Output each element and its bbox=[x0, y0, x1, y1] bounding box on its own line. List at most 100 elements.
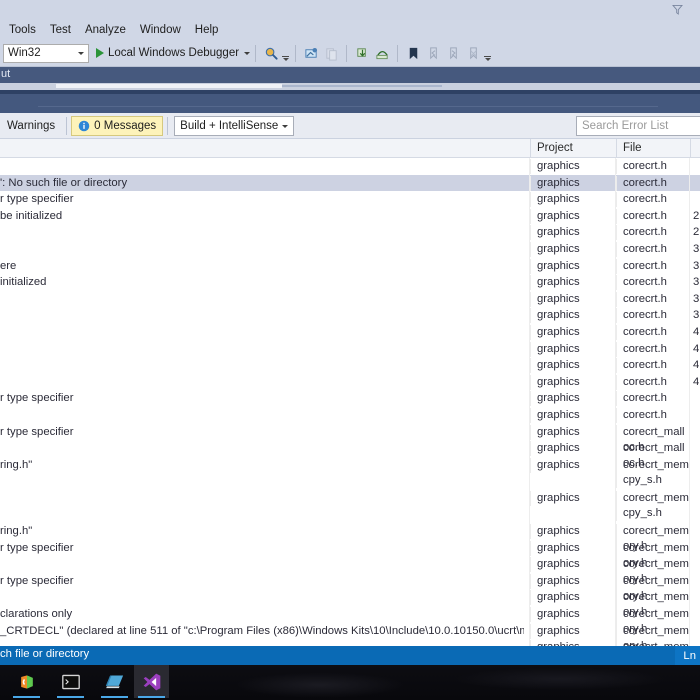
bookmark-icon[interactable] bbox=[404, 44, 422, 63]
cell-project: graphics bbox=[530, 308, 616, 324]
cell-line: 4 bbox=[693, 325, 700, 338]
table-row[interactable]: r type specifier graphics corecrt_malloc.h bbox=[0, 424, 700, 455]
taskbar-item-explorer[interactable] bbox=[97, 665, 132, 698]
scope-combo[interactable]: Build + IntelliSense bbox=[174, 115, 295, 136]
cell-project: graphics bbox=[530, 241, 616, 257]
table-row[interactable]: graphicscorecrt_memory.h bbox=[0, 639, 700, 646]
caret-position-indicator: Ln bbox=[675, 646, 700, 665]
cell-description: r type specifier bbox=[0, 574, 74, 587]
scope-combo-value: Build + IntelliSense bbox=[180, 119, 279, 132]
error-list-grid[interactable]: graphics corecrt.h ': No such file or dire… bbox=[0, 158, 700, 646]
table-row[interactable]: graphics corecrt.h 4 bbox=[0, 324, 700, 341]
table-row[interactable]: graphics corecrt.h 3 bbox=[0, 291, 700, 308]
table-row[interactable]: r type specifier graphics corecrt_memory.h bbox=[0, 540, 700, 571]
status-bar: ch file or directory Ln bbox=[0, 646, 700, 665]
cell-line: 4 bbox=[693, 375, 700, 388]
start-debug-button[interactable]: Local Windows Debugger bbox=[96, 47, 251, 59]
new-breakpoint-icon[interactable] bbox=[302, 44, 320, 63]
table-row[interactable]: ring.h" graphics corecrt_memory.h bbox=[0, 523, 700, 555]
table-row[interactable]: r type specifier graphics corecrt.h bbox=[0, 390, 700, 407]
filter-funnel-icon[interactable] bbox=[671, 3, 684, 16]
taskbar-item-terminal[interactable] bbox=[53, 665, 88, 698]
cell-file: corecrt.h bbox=[616, 391, 690, 407]
cell-file: corecrt_memcpy_s.h bbox=[616, 490, 690, 521]
prev-bookmark-icon[interactable] bbox=[424, 44, 442, 63]
column-header-line[interactable] bbox=[690, 139, 700, 157]
table-row[interactable]: graphics corecrt.h 4 bbox=[0, 341, 700, 358]
toolbar-overflow-icon[interactable] bbox=[483, 44, 492, 63]
table-row[interactable]: graphics corecrt_memcpy_s.h bbox=[0, 490, 700, 523]
table-row[interactable]: graphicscorecrt_memory.h bbox=[0, 556, 700, 588]
taskbar-item-visual-studio[interactable] bbox=[134, 665, 169, 698]
splitter-grip-secondary bbox=[282, 85, 442, 87]
menu-item-window[interactable]: Window bbox=[133, 21, 188, 40]
messages-filter-button[interactable]: 0 Messages bbox=[71, 115, 164, 136]
column-header-file[interactable]: File bbox=[616, 139, 690, 157]
cell-project: graphics bbox=[530, 391, 616, 407]
warnings-filter-button[interactable]: Warnings bbox=[0, 116, 62, 136]
column-header-project[interactable]: Project bbox=[530, 139, 616, 157]
warnings-label: Warnings bbox=[7, 119, 56, 132]
table-row[interactable]: graphics corecrt.h bbox=[0, 158, 700, 175]
table-row[interactable]: graphics corecrt.h bbox=[0, 407, 700, 424]
cell-line: 3 bbox=[693, 276, 700, 289]
table-row[interactable]: ring.h" graphics corecrt_memcpy_s.h bbox=[0, 457, 700, 490]
taskbar-running-indicator bbox=[101, 696, 128, 698]
screen: Tools Test Analyze Window Help Win32 Loc… bbox=[0, 0, 700, 700]
cell-file: corecrt.h bbox=[616, 374, 690, 390]
table-row[interactable]: _CRTDECL" (declared at line 511 of "c:\P… bbox=[0, 623, 700, 646]
taskbar-item-clion[interactable] bbox=[9, 665, 44, 698]
search-placeholder: Search Error List bbox=[582, 120, 669, 132]
standard-toolbar: Win32 Local Windows Debugger bbox=[0, 40, 700, 67]
table-row[interactable]: graphicscorecrt_memory.h bbox=[0, 589, 700, 621]
cell-file: corecrt_memcpy_s.h bbox=[616, 457, 690, 488]
platform-combo[interactable]: Win32 bbox=[3, 43, 89, 63]
delete-breakpoints-icon[interactable] bbox=[322, 44, 340, 63]
table-row[interactable]: graphics corecrt.h 3 bbox=[0, 241, 700, 258]
cell-project: graphics bbox=[530, 159, 616, 174]
toolbar-divider bbox=[346, 44, 348, 62]
table-row[interactable]: graphics corecrt.h 3 bbox=[0, 307, 700, 324]
table-row[interactable]: r type specifier graphics corecrt_memory.h bbox=[0, 573, 700, 604]
cell-line: 4 bbox=[693, 359, 700, 372]
cell-file: corecrt.h bbox=[616, 291, 690, 307]
step-into-icon[interactable] bbox=[353, 44, 371, 63]
menu-item-tools[interactable]: Tools bbox=[2, 21, 43, 40]
next-bookmark-icon[interactable] bbox=[444, 44, 462, 63]
table-row[interactable]: r type specifier graphics corecrt.h bbox=[0, 191, 700, 208]
table-row[interactable]: graphics corecrt.h 4 bbox=[0, 374, 700, 391]
cell-description: ring.h" bbox=[0, 525, 33, 538]
table-row[interactable]: graphics corecrt.h 4 bbox=[0, 357, 700, 374]
cell-project: graphics bbox=[530, 291, 616, 307]
windows-taskbar bbox=[0, 665, 700, 700]
cell-description: be initialized bbox=[0, 209, 63, 222]
table-row[interactable]: ': No such file or directory graphics core… bbox=[0, 174, 700, 192]
cell-description: initialized bbox=[0, 276, 47, 289]
table-row[interactable]: graphics corecrt.h 2 bbox=[0, 224, 700, 241]
table-row[interactable]: be initialized graphics corecrt.h 2 bbox=[0, 208, 700, 225]
cell-project: graphics bbox=[530, 208, 616, 224]
find-overflow-icon[interactable] bbox=[281, 44, 290, 63]
cell-project: graphics bbox=[530, 424, 616, 440]
search-input[interactable]: Search Error List bbox=[576, 116, 700, 136]
find-icon[interactable] bbox=[262, 44, 280, 63]
cell-file: corecrt.h bbox=[616, 225, 690, 241]
menu-item-test[interactable]: Test bbox=[43, 21, 78, 40]
cell-project: graphics bbox=[530, 175, 616, 191]
caret-position-label: Ln bbox=[683, 649, 696, 662]
step-over-icon[interactable] bbox=[373, 44, 391, 63]
panel-splitter[interactable] bbox=[0, 83, 700, 90]
clear-bookmarks-icon[interactable] bbox=[464, 44, 482, 63]
menu-item-analyze[interactable]: Analyze bbox=[78, 21, 133, 40]
docked-tab-output[interactable]: ut bbox=[0, 68, 10, 80]
cell-project: graphics bbox=[530, 457, 616, 473]
table-row[interactable]: initialized graphics corecrt.h 3 bbox=[0, 274, 700, 291]
menu-item-help[interactable]: Help bbox=[188, 21, 226, 40]
table-row[interactable]: ere graphics corecrt.h 3 bbox=[0, 258, 700, 275]
cell-file: corecrt.h bbox=[616, 192, 690, 208]
menu-bar: Tools Test Analyze Window Help bbox=[0, 20, 700, 40]
menu-items: Tools Test Analyze Window Help bbox=[0, 20, 700, 40]
table-row[interactable]: clarations only graphics corecrt_memory.h bbox=[0, 606, 700, 638]
cell-description: r type specifier bbox=[0, 425, 74, 438]
table-row[interactable]: graphics corecrt_malloc.h bbox=[0, 440, 700, 472]
